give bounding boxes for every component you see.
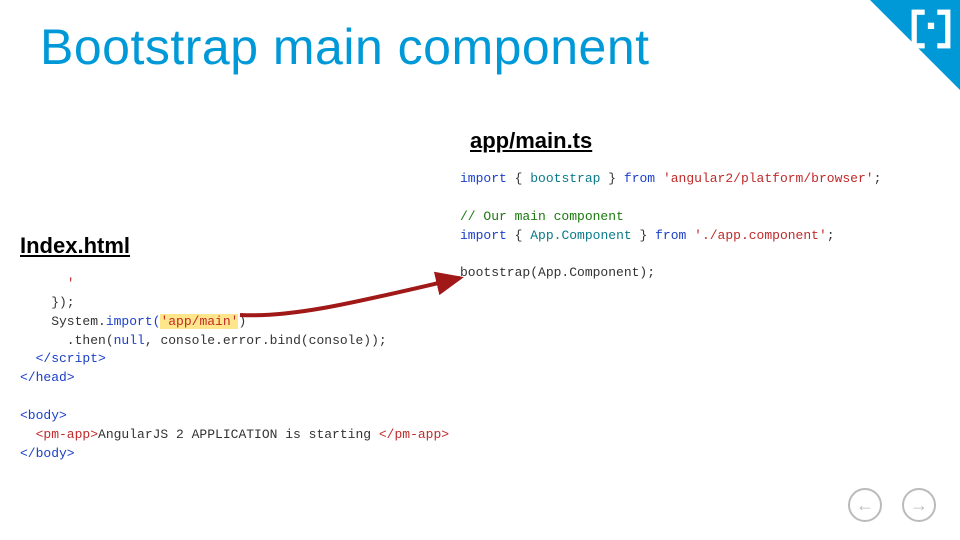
code-block-main-ts: import { bootstrap } from 'angular2/plat…: [460, 170, 881, 283]
label-index-html: Index.html: [20, 233, 130, 259]
code-block-index-html: ' }); System.import('app/main') .then(nu…: [20, 275, 449, 463]
arrow-left-icon: ←: [856, 495, 874, 516]
nav-controls: ← →: [848, 488, 936, 522]
brand-corner: [870, 0, 960, 90]
label-app-main-ts: app/main.ts: [470, 128, 592, 154]
arrow-right-icon: →: [910, 495, 928, 516]
brand-logo-icon: [910, 8, 952, 50]
prev-slide-button[interactable]: ←: [848, 488, 882, 522]
next-slide-button[interactable]: →: [902, 488, 936, 522]
slide-title: Bootstrap main component: [40, 18, 650, 76]
